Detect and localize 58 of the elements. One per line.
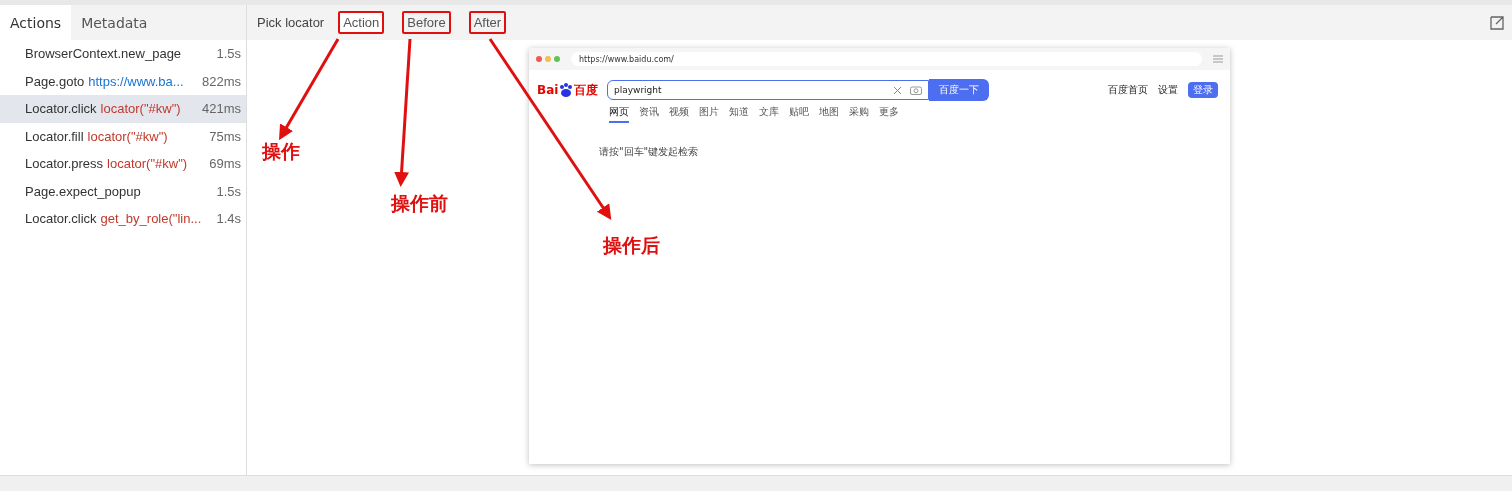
search-tab[interactable]: 更多	[879, 105, 899, 123]
search-tab[interactable]: 图片	[699, 105, 719, 123]
action-argument: https://www.ba...	[88, 73, 184, 89]
paw-icon	[558, 82, 575, 98]
action-method: BrowserContext.new_page	[25, 46, 182, 62]
action-item[interactable]: Locator.fill locator("#kw") 75ms	[0, 122, 246, 150]
logo-text: Bai	[537, 83, 559, 97]
clear-icon[interactable]	[893, 85, 902, 95]
action-duration: 1.5s	[216, 183, 241, 199]
sidebar-tab[interactable]: Actions	[0, 5, 72, 40]
search-tab[interactable]: 地图	[819, 105, 839, 123]
action-argument: locator("#kw")	[107, 156, 188, 172]
search-tab[interactable]: 采购	[849, 105, 869, 123]
action-item[interactable]: Locator.press locator("#kw") 69ms	[0, 150, 246, 178]
action-method: Page.expect_popup	[25, 183, 141, 199]
search-tab[interactable]: 知道	[729, 105, 749, 123]
action-duration: 69ms	[209, 156, 241, 172]
action-item[interactable]: Locator.click locator("#kw") 421ms	[0, 95, 246, 123]
annotation-label: 操作后	[603, 233, 660, 258]
action-duration: 1.5s	[216, 46, 241, 62]
camera-icon[interactable]	[910, 85, 922, 95]
pick-locator-button[interactable]: Pick locator	[251, 14, 331, 31]
action-item[interactable]: Locator.click get_by_role("lin... 1.4s	[0, 205, 246, 233]
logo-text: 百度	[574, 81, 599, 99]
search-hint: 请按"回车"键发起检索	[598, 145, 700, 159]
action-method: Locator.click	[25, 211, 97, 227]
action-duration: 75ms	[209, 128, 241, 144]
action-method: Locator.fill	[25, 128, 84, 144]
header-link[interactable]: 设置	[1158, 83, 1178, 97]
annotation-label: 操作	[262, 139, 300, 164]
search-tab[interactable]: 贴吧	[789, 105, 809, 123]
action-duration: 421ms	[201, 101, 241, 117]
action-method: Locator.click	[25, 101, 97, 117]
search-tab[interactable]: 资讯	[639, 105, 659, 123]
search-tab[interactable]: 网页	[609, 105, 629, 123]
annotation-label: 操作前	[391, 191, 448, 216]
snapshot-tab[interactable]: After	[468, 11, 507, 34]
action-duration: 1.4s	[216, 211, 241, 227]
address-bar[interactable]: https://www.baidu.com/	[571, 52, 1202, 66]
action-argument: get_by_role("lin...	[100, 211, 202, 227]
action-item[interactable]: Page.expect_popup 1.5s	[0, 177, 246, 205]
action-method: Locator.press	[25, 156, 104, 172]
search-field[interactable]: playwright	[607, 80, 929, 100]
login-button[interactable]: 登录	[1188, 82, 1218, 98]
search-button[interactable]: 百度一下	[929, 79, 989, 101]
action-argument: locator("#kw")	[87, 128, 168, 144]
action-duration: 822ms	[201, 73, 241, 89]
action-method: Page.goto	[25, 73, 85, 89]
snapshot-tab[interactable]: Before	[402, 11, 451, 34]
snapshot-tab[interactable]: Action	[338, 11, 385, 34]
open-external-icon[interactable]	[1490, 15, 1504, 30]
action-item[interactable]: Page.goto https://www.ba... 822ms	[0, 67, 246, 95]
header-link[interactable]: 百度首页	[1108, 83, 1148, 97]
action-item[interactable]: BrowserContext.new_page 1.5s	[0, 40, 246, 68]
search-tab[interactable]: 视频	[669, 105, 689, 123]
window-controls-icon	[535, 55, 561, 63]
search-tab[interactable]: 文库	[759, 105, 779, 123]
action-argument: locator("#kw")	[100, 101, 181, 117]
